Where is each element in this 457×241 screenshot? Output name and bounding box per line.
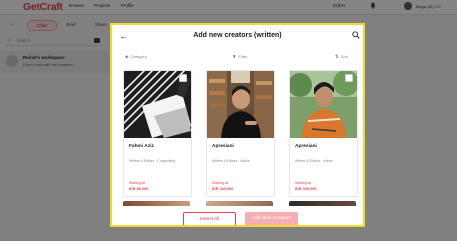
filter-icon: ▼: [232, 54, 237, 59]
select-checkbox[interactable]: [345, 74, 353, 82]
starting-at-label: Starting at: [212, 181, 228, 185]
creator-card-peek: [123, 201, 190, 206]
creator-card[interactable]: Apresiani Writers & Editors · Article St…: [206, 70, 275, 197]
creator-name: Apresiani: [295, 144, 317, 149]
sort-label: Sort: [340, 54, 349, 59]
filter-button[interactable]: ▼ Filter: [232, 54, 247, 59]
search-icon[interactable]: [352, 31, 360, 39]
creator-category: Writers & Editors · Article: [295, 159, 333, 163]
tag-icon: ◈: [125, 54, 129, 59]
select-checkbox[interactable]: [179, 74, 187, 82]
filter-label: Filter: [238, 54, 248, 59]
creator-card-peek: [206, 201, 273, 206]
sort-button[interactable]: ⇅ Sort: [335, 54, 348, 60]
sort-icon: ⇅: [335, 54, 339, 59]
select-all-button[interactable]: Select All: [183, 212, 236, 225]
creator-price: IDR 300,000: [295, 187, 317, 191]
creator-price: IDR 80,000: [129, 187, 149, 191]
creator-name: Fahmi Aziz: [129, 144, 154, 149]
creator-card-peek: [289, 201, 356, 206]
creator-card[interactable]: Apresiani Writers & Editors · Article St…: [289, 70, 358, 197]
creator-card[interactable]: Fahmi Aziz Writers & Editors · Copywriti…: [123, 70, 192, 197]
add-creators-modal: ← Add new creators (written) ◈ Category ▼…: [110, 23, 365, 227]
filter-bar: ◈ Category ▼ Filter ⇅ Sort: [112, 52, 363, 62]
add-new-creators-button[interactable]: Add New Creators: [245, 212, 298, 225]
starting-at-label: Starting at: [295, 181, 311, 185]
creator-category: Writers & Editors · Copywriting: [129, 159, 176, 163]
category-label: Category: [130, 54, 147, 59]
category-filter[interactable]: ◈ Category: [125, 54, 147, 60]
creator-name: Apresiani: [212, 144, 234, 149]
creator-price: IDR 300,000: [212, 187, 234, 191]
creator-photo: [207, 71, 274, 138]
creator-category: Writers & Editors · Article: [212, 159, 250, 163]
starting-at-label: Starting at: [129, 181, 145, 185]
modal-title: Add new creators (written): [193, 32, 282, 39]
